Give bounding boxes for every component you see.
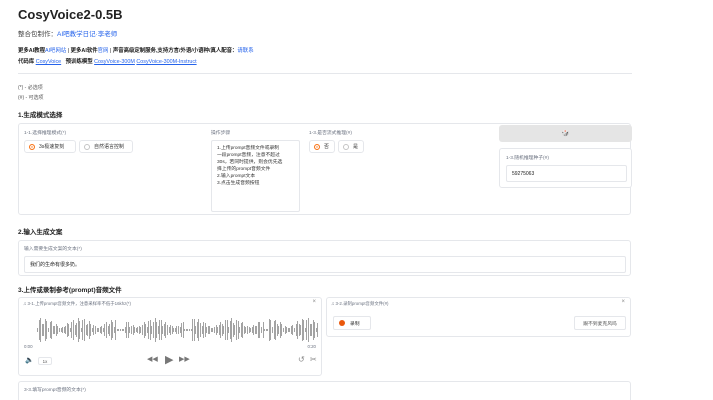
model-link-instruct[interactable]: CosyVoice-300M-Instruct	[136, 59, 196, 65]
random-seed-button[interactable]: 🎲	[499, 125, 632, 142]
record-button-label: 录制	[350, 321, 360, 327]
stream-option-no[interactable]: 否	[309, 140, 335, 153]
step-line: 1.上传prompt音频文件或录制	[217, 146, 280, 151]
record-label: ♫ 3-2.录制prompt音频文件(#)	[331, 301, 388, 307]
text-label: 输入需要生成文案的文本(*)	[24, 247, 82, 252]
model-link-300m[interactable]: CosyVoice-300M	[94, 59, 135, 65]
mode-option-label: 自然语言控制	[94, 144, 125, 150]
mode-option-label: 3s极速复刻	[39, 144, 65, 150]
record-dot-icon	[339, 320, 345, 326]
mode-option-instruct[interactable]: 自然语言控制	[79, 140, 133, 153]
rewind-icon[interactable]: ◀◀	[147, 355, 158, 363]
undo-icon[interactable]: ↺	[298, 355, 305, 364]
tts-text-input[interactable]: 我们的生命有很多奶。	[24, 256, 626, 273]
time-end: 0:20	[307, 344, 316, 349]
close-icon[interactable]: ×	[621, 299, 625, 305]
page-title: CosyVoice2-0.5B	[18, 7, 123, 22]
stream-option-label: 否	[324, 144, 330, 150]
record-audio-panel: ♫ 3-2.录制prompt音频文件(#) × 录制 跟不到麦克风吗	[326, 297, 631, 337]
tutorial-text: 更多AI教程	[18, 48, 45, 54]
waveform-bar	[317, 323, 319, 337]
divider	[18, 73, 632, 74]
music-icon: ♫	[331, 301, 335, 306]
stream-option-yes[interactable]: 是	[338, 140, 364, 153]
radio-selected-icon	[314, 143, 320, 150]
seed-label: 1-3.随机推理种子(#)	[506, 156, 549, 161]
step-line: 一段prompt音频，注意不超过	[217, 153, 280, 158]
info-line-2: 代码库 CosyVoice 预训练模型 CosyVoice-300M CosyV…	[18, 57, 197, 65]
mode-panel: 1-1.选择推理模式(*) 3s极速复刻 自然语言控制 操作步骤 1.上传pro…	[18, 123, 632, 215]
prompt-text-panel: 3-3.填写prompt音频的文本(*)	[18, 381, 631, 400]
step-line: 30s，若同时提供，则会优先选	[217, 160, 283, 165]
pretrained-text: 预训练模型	[65, 59, 93, 65]
subtitle-prefix: 整合包制作：	[18, 31, 57, 38]
seed-input[interactable]: 59275063	[506, 165, 627, 182]
upload-label-text: 3-1.上传prompt音频文件，注意采样率不低于16khz(*)	[27, 301, 131, 306]
waveform[interactable]	[37, 318, 319, 342]
microphone-source-button[interactable]: 跟不到麦克风吗	[574, 316, 626, 330]
info-line-1: 更多AI教程AI吧网站 | 更多AI软件官网 | 声音高级定制服务,支持方言/外…	[18, 46, 254, 54]
mode-label: 1-1.选择推理模式(*)	[24, 131, 67, 136]
step-line: 择上传的prompt音频文件	[217, 167, 271, 172]
separator-1: |	[67, 48, 70, 54]
steps-box: 1.上传prompt音频文件或录制 一段prompt音频，注意不超过 30s，若同时…	[211, 140, 300, 212]
stream-option-label: 是	[353, 144, 359, 150]
upload-audio-panel: ♫ 3-1.上传prompt音频文件，注意采样率不低于16khz(*) × 0:…	[18, 297, 322, 376]
legend-required: (*) - 必选项	[18, 85, 43, 91]
steps-label: 操作步骤	[211, 131, 231, 136]
mode-option-3s[interactable]: 3s极速复刻	[24, 140, 76, 153]
record-label-text: 3-2.录制prompt音频文件(#)	[335, 301, 389, 306]
repo-text: 代码库	[18, 59, 35, 65]
contact-link[interactable]: 请联系	[237, 48, 253, 54]
record-button[interactable]: 录制	[333, 316, 371, 330]
section-3-heading: 3.上传或录制参考(prompt)音频文件	[18, 287, 122, 294]
repo-link[interactable]: CosyVoice	[36, 59, 61, 65]
forward-icon[interactable]: ▶▶	[179, 355, 190, 363]
prompt-text-label: 3-3.填写prompt音频的文本(*)	[24, 388, 86, 393]
close-icon[interactable]: ×	[312, 299, 316, 305]
play-icon[interactable]: ▶	[165, 353, 173, 366]
speed-button[interactable]: 1x	[38, 357, 52, 365]
steps-list: 1.上传prompt音频文件或录制 一段prompt音频，注意不超过 30s，若同时…	[217, 145, 282, 187]
stream-label: 1-3.是否流式推理(#)	[309, 131, 352, 136]
music-icon: ♫	[23, 301, 27, 306]
subtitle: 整合包制作：AI吧教学日记·李老师	[18, 28, 117, 38]
upload-label: ♫ 3-1.上传prompt音频文件，注意采样率不低于16khz(*)	[23, 301, 131, 307]
text-panel: 输入需要生成文案的文本(*) 我们的生命有很多奶。	[18, 240, 631, 276]
volume-icon[interactable]: 🔈	[25, 356, 34, 364]
radio-unselected-icon	[84, 143, 90, 150]
step-line: 2.输入prompt文本	[217, 174, 256, 179]
author-link[interactable]: AI吧教学日记·李老师	[57, 31, 117, 38]
tutorial-link[interactable]: AI吧网站	[45, 48, 66, 54]
trim-icon[interactable]: ✂	[310, 355, 317, 364]
time-start: 0:00	[24, 344, 33, 349]
service-text: 声音高级定制服务,支持方言/外语/小语种/真人配音：	[112, 48, 238, 54]
section-2-heading: 2.输入生成文案	[18, 229, 63, 236]
step-line: 3.点击生成音频按钮	[217, 181, 260, 186]
legend-optional: (#) - 可选项	[18, 95, 44, 101]
section-1-heading: 1.生成模式选择	[18, 112, 63, 119]
separator-2: |	[109, 48, 112, 54]
software-link[interactable]: 官网	[98, 48, 109, 54]
radio-selected-icon	[29, 143, 35, 150]
software-text: 更多AI软件	[70, 48, 98, 54]
seed-panel: 1-3.随机推理种子(#) 59275063	[499, 148, 632, 188]
radio-unselected-icon	[343, 143, 349, 150]
